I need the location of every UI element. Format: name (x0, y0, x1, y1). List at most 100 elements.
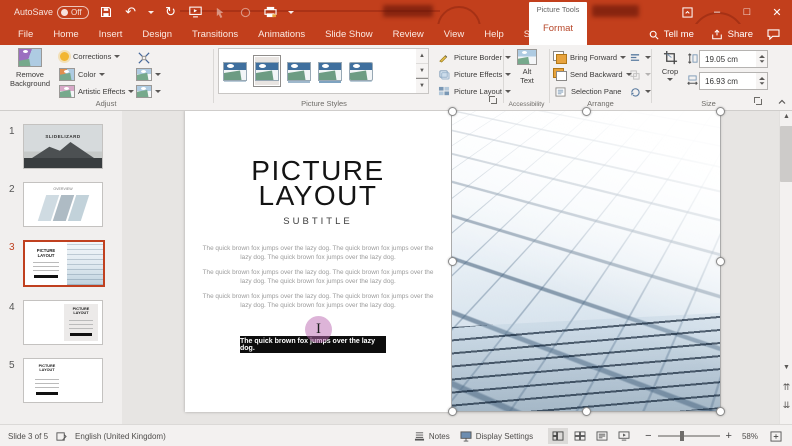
scroll-up-icon[interactable]: ▲ (780, 113, 792, 120)
tab-transitions[interactable]: Transitions (182, 24, 248, 45)
share-button[interactable]: Share (711, 29, 753, 40)
style-thumbnail[interactable] (317, 56, 343, 86)
send-backward-button[interactable]: Send Backward (553, 68, 632, 80)
comments-icon[interactable] (767, 29, 780, 40)
picture-border-button[interactable]: Picture Border (436, 51, 511, 64)
undo-icon[interactable]: ↶ (123, 4, 139, 20)
zoom-in-button[interactable]: + (726, 430, 732, 442)
tab-view[interactable]: View (434, 24, 474, 45)
change-picture-button[interactable] (136, 68, 161, 81)
selection-handle-bottom-left[interactable] (448, 407, 457, 416)
display-settings-button[interactable]: Display Settings (476, 432, 533, 441)
tab-insert[interactable]: Insert (89, 24, 133, 45)
customize-qat-icon[interactable] (288, 11, 294, 14)
selection-handle-bottom-middle[interactable] (582, 407, 591, 416)
style-thumbnail[interactable] (286, 56, 312, 86)
picture-tools-contextual-tab[interactable]: Picture Tools Format (529, 2, 587, 45)
size-dialog-launcher-icon[interactable] (753, 96, 762, 105)
editing-canvas[interactable]: PICTURE LAYOUT SUBTITLE The quick brown … (122, 110, 779, 424)
reading-view-button[interactable] (592, 428, 612, 444)
next-slide-icon[interactable]: ⇊ (780, 400, 792, 411)
scrollbar-thumb[interactable] (780, 126, 792, 182)
maximize-button[interactable]: □ (732, 6, 762, 18)
slide-title[interactable]: PICTURE LAYOUT (185, 158, 451, 208)
compress-pictures-button[interactable] (136, 51, 151, 64)
slide-3-editing-surface[interactable]: PICTURE LAYOUT SUBTITLE The quick brown … (185, 110, 720, 412)
gallery-scroll-up-icon[interactable]: ▲ (416, 49, 428, 64)
previous-slide-icon[interactable]: ⇈ (780, 382, 792, 393)
tell-me-search[interactable]: Tell me (639, 29, 694, 40)
slide-body-text[interactable]: The quick brown fox jumps over the lazy … (202, 244, 434, 317)
style-thumbnail[interactable] (222, 56, 248, 86)
scroll-down-icon[interactable]: ▼ (780, 364, 792, 371)
touch-mode-icon[interactable] (213, 4, 229, 20)
remove-background-button[interactable]: Remove Background (6, 48, 54, 89)
picture-effects-button[interactable]: Picture Effects (436, 68, 511, 81)
selection-handle-middle-right[interactable] (716, 257, 725, 266)
redo-icon[interactable]: ↻ (163, 4, 179, 20)
zoom-out-button[interactable]: − (645, 430, 651, 442)
style-thumbnail-selected[interactable] (253, 55, 281, 87)
bring-forward-button[interactable]: Bring Forward (553, 51, 626, 63)
tab-help[interactable]: Help (474, 24, 514, 45)
alt-text-button[interactable]: Alt Text (512, 49, 542, 86)
selection-handle-top-middle[interactable] (582, 107, 591, 116)
selection-handle-top-left[interactable] (448, 107, 457, 116)
selection-handle-bottom-right[interactable] (716, 407, 725, 416)
slide-thumbnail-2[interactable]: OVERVIEW (23, 182, 103, 227)
slide-thumbnail-5[interactable]: PICTURE LAYOUT (23, 358, 103, 403)
autosave-toggle[interactable]: AutoSave Off (14, 6, 89, 19)
artistic-effects-button[interactable]: Artistic Effects (59, 85, 134, 98)
slide-thumbnail-1[interactable]: SLIDELIZARD (23, 124, 103, 169)
zoom-slider-thumb[interactable] (680, 431, 684, 441)
slide-sorter-view-button[interactable] (570, 428, 590, 444)
gallery-scrollbar[interactable]: ▲ ▼ ▼ (416, 48, 429, 94)
zoom-slider[interactable] (658, 435, 720, 437)
spell-check-icon[interactable] (56, 431, 67, 442)
qat-circle-icon[interactable] (238, 4, 254, 20)
slide-thumbnail-4[interactable]: PICTURE LAYOUT (23, 300, 103, 345)
selection-handle-top-right[interactable] (716, 107, 725, 116)
corrections-button[interactable]: Corrections (59, 51, 120, 62)
shape-width-spinner[interactable] (756, 72, 768, 90)
save-icon[interactable] (98, 4, 114, 20)
slide-show-view-button[interactable] (614, 428, 634, 444)
crop-button[interactable]: Crop (657, 49, 683, 81)
start-slideshow-icon[interactable] (188, 4, 204, 20)
shape-height-field[interactable]: 19.05 cm (699, 50, 763, 68)
fit-slide-to-window-icon[interactable] (770, 431, 782, 442)
quick-print-icon[interactable] (263, 4, 279, 20)
color-button[interactable]: Color (59, 68, 105, 81)
slide-thumbnail-3-selected[interactable]: PICTURE LAYOUT (23, 240, 105, 287)
vertical-scrollbar[interactable]: ▲ ▼ ⇈ ⇊ (779, 110, 792, 424)
style-thumbnail[interactable] (348, 56, 374, 86)
collapse-ribbon-icon[interactable] (778, 98, 786, 106)
selection-pane-button[interactable]: Selection Pane (553, 85, 621, 98)
tab-slide-show[interactable]: Slide Show (315, 24, 383, 45)
tab-animations[interactable]: Animations (248, 24, 315, 45)
rotate-button[interactable] (627, 85, 651, 98)
group-objects-button[interactable] (627, 68, 651, 81)
shape-height-spinner[interactable] (756, 50, 768, 68)
selection-handle-middle-left[interactable] (448, 257, 457, 266)
tab-design[interactable]: Design (132, 24, 182, 45)
gallery-more-icon[interactable]: ▼ (416, 78, 428, 93)
picture-styles-dialog-launcher-icon[interactable] (488, 95, 497, 104)
minimize-button[interactable]: – (702, 6, 732, 18)
reset-picture-button[interactable] (136, 85, 161, 98)
notes-button[interactable]: Notes (429, 432, 450, 441)
close-button[interactable]: ✕ (762, 6, 792, 19)
ribbon-display-options-icon[interactable] (672, 7, 702, 18)
picture-layout-button[interactable]: Picture Layout (436, 85, 511, 98)
tab-file[interactable]: File (8, 24, 43, 45)
align-button[interactable] (627, 51, 651, 64)
normal-view-button[interactable] (548, 428, 568, 444)
slide-picture[interactable] (452, 111, 720, 411)
undo-dropdown-icon[interactable] (148, 11, 154, 14)
tab-review[interactable]: Review (383, 24, 434, 45)
language-indicator[interactable]: English (United Kingdom) (75, 432, 166, 441)
shape-width-field[interactable]: 16.93 cm (699, 72, 763, 90)
tab-home[interactable]: Home (43, 24, 88, 45)
slide-subtitle[interactable]: SUBTITLE (185, 216, 451, 227)
zoom-level[interactable]: 58% (742, 432, 758, 441)
